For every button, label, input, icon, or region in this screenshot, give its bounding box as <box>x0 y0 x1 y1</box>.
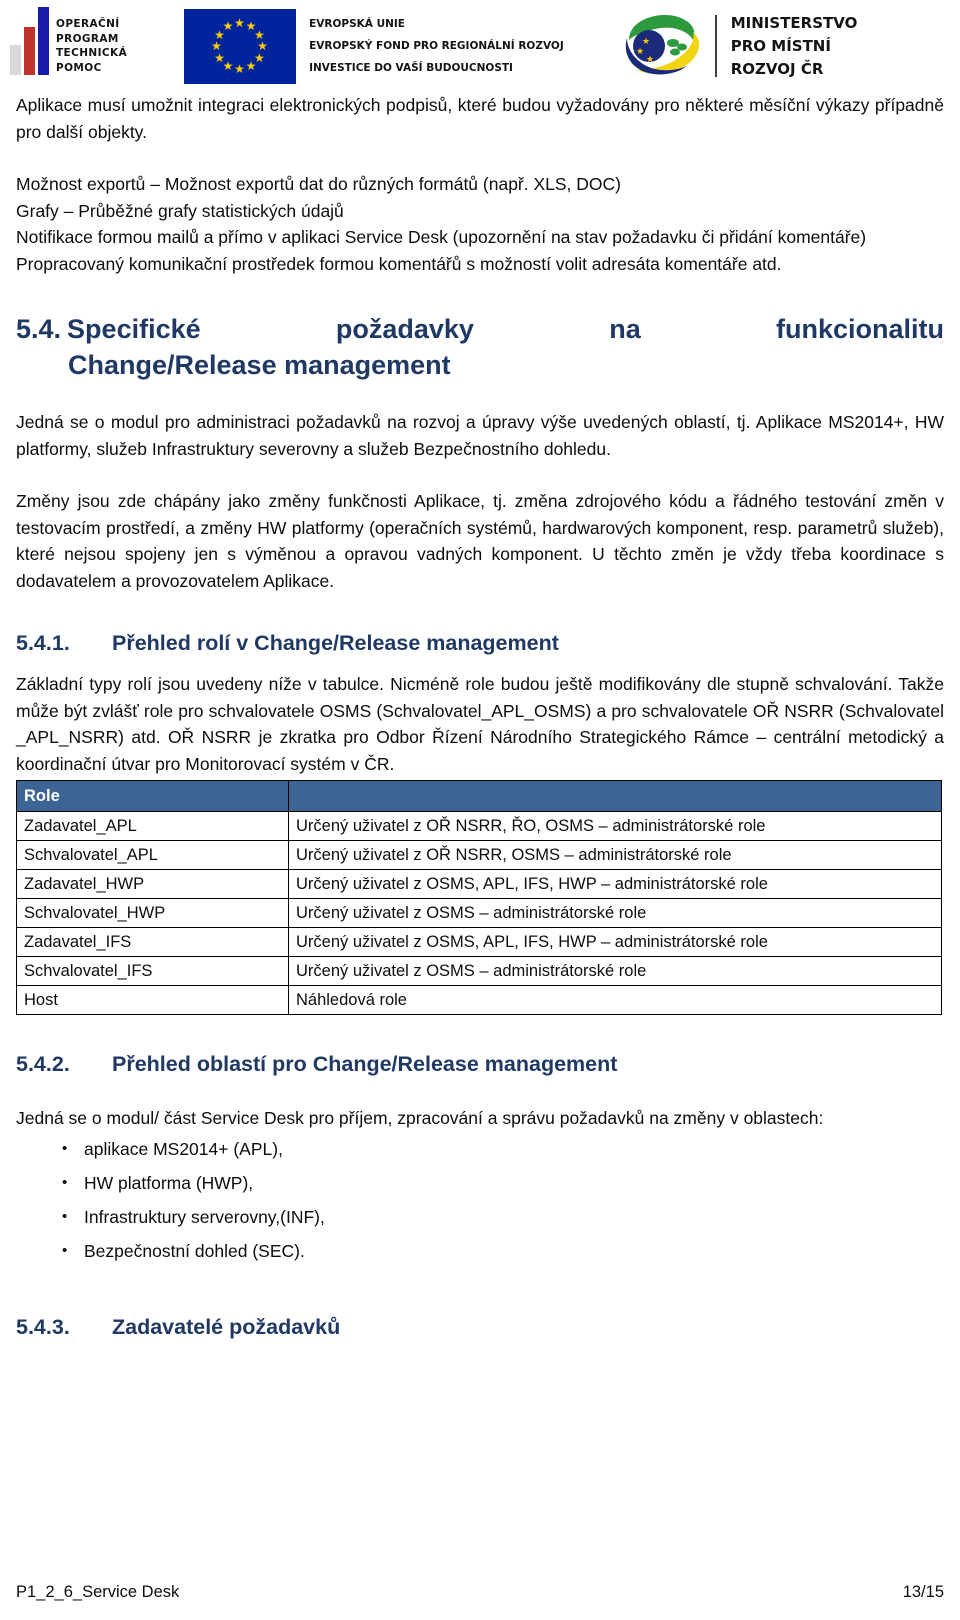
eu-line-1: EVROPSKÁ UNIE <box>309 18 405 30</box>
heading-5-4-3-title: Zadavatelé požadavků <box>112 1314 341 1339</box>
european-union-logo-block: ★ ★ ★ ★ ★ ★ ★ ★ ★ ★ ★ ★ EVROPSKÁ UNIE EVROPSKÝ FOND… <box>184 8 564 84</box>
roles-table: Role Zadavatel_APL Určený uživatel z OŘ … <box>16 780 942 1015</box>
ministry-logo-block: ★ ★ ★ MINISTERSTVO PRO MÍSTNÍ ROZVOJ ČR <box>619 10 858 82</box>
ministry-line-2: PRO MÍSTNÍ <box>730 36 831 55</box>
role-name: Zadavatel_IFS <box>16 927 289 957</box>
eu-star-icon: ★ <box>222 19 234 34</box>
heading-5-4-line2: Change/Release management <box>16 347 944 383</box>
svg-text:★: ★ <box>642 36 650 46</box>
ministry-line-3: ROZVOJ ČR <box>730 59 824 78</box>
document-header-logos: OPERAČNÍ PROGRAM TECHNICKÁ POMOC ★ ★ ★ ★ ★ ★ ★… <box>0 0 960 92</box>
column-header-description <box>288 780 942 812</box>
operacni-program-technicka-pomoc-logo: OPERAČNÍ PROGRAM TECHNICKÁ POMOC <box>10 7 127 75</box>
logo-divider <box>714 15 717 77</box>
eu-star-icon: ★ <box>245 58 257 73</box>
list-item: Infrastruktury serverovny,(INF), <box>62 1200 944 1234</box>
role-description: Náhledová role <box>288 985 942 1015</box>
paragraph-module-description: Jedná se o modul pro administraci požada… <box>16 412 944 459</box>
bar-gray <box>10 45 21 75</box>
document-body: Aplikace musí umožnit integraci elektron… <box>16 92 944 1342</box>
paragraph-changes-description: Změny jsou zde chápány jako změny funkčn… <box>16 491 944 591</box>
bar-red <box>24 27 35 75</box>
role-description: Určený uživatel z OSMS – administrátorsk… <box>288 898 942 928</box>
bar-blue <box>38 7 49 75</box>
heading-5-4-title-line2: Change/Release management <box>68 350 451 380</box>
optp-line-4: POMOC <box>56 61 102 74</box>
table-row: Zadavatel_APL Určený uživatel z OŘ NSRR,… <box>16 811 942 841</box>
role-description: Určený uživatel z OSMS, APL, IFS, HWP – … <box>288 927 942 957</box>
list-item: aplikace MS2014+ (APL), <box>62 1132 944 1166</box>
paragraph-areas-intro: Jedná se o modul/ část Service Desk pro … <box>16 1108 824 1128</box>
ministry-line-1: MINISTERSTVO <box>730 13 858 32</box>
heading-5-4-number: 5.4. <box>16 314 62 344</box>
optp-line-2: PROGRAM <box>56 32 119 45</box>
paragraph-charts: Grafy – Průběžné grafy statistických úda… <box>16 200 344 221</box>
table-row: Schvalovatel_HWP Určený uživatel z OSMS … <box>16 898 942 928</box>
table-row: Schvalovatel_IFS Určený uživatel z OSMS … <box>16 956 942 986</box>
ministry-swoosh-icon: ★ ★ ★ <box>619 10 705 82</box>
table-row: Schvalovatel_APL Určený uživatel z OŘ NS… <box>16 840 942 870</box>
role-name: Zadavatel_APL <box>16 811 289 841</box>
heading-5-4-title-line1: Specifické požadavky na funkcionalitu <box>67 314 944 344</box>
role-name: Schvalovatel_IFS <box>16 956 289 986</box>
european-union-logo-text: EVROPSKÁ UNIE EVROPSKÝ FOND PRO REGIONÁL… <box>309 13 564 79</box>
ministry-logo-text: MINISTERSTVO PRO MÍSTNÍ ROZVOJ ČR <box>731 12 858 81</box>
heading-5-4-2-title: Přehled oblastí pro Change/Release manag… <box>112 1052 618 1076</box>
heading-5-4-1: 5.4.1. Přehled rolí v Change/Release man… <box>16 628 944 658</box>
eu-star-icon: ★ <box>234 62 245 76</box>
european-union-flag-icon: ★ ★ ★ ★ ★ ★ ★ ★ ★ ★ ★ ★ <box>184 8 297 84</box>
eu-star-icon: ★ <box>211 39 222 53</box>
eu-line-2: EVROPSKÝ FOND PRO REGIONÁLNÍ ROZVOJ <box>309 40 564 52</box>
table-row: Zadavatel_IFS Určený uživatel z OSMS, AP… <box>16 927 942 957</box>
table-header-row: Role <box>16 780 942 812</box>
svg-text:★: ★ <box>636 46 644 56</box>
paragraph-notifications: Notifikace formou mailů a přímo v aplika… <box>16 227 867 247</box>
heading-5-4-3-number: 5.4.3. <box>16 1314 70 1339</box>
table-row: Host Náhledová role <box>16 985 942 1015</box>
svg-text:★: ★ <box>646 54 654 64</box>
areas-list: aplikace MS2014+ (APL), HW platforma (HW… <box>16 1132 944 1268</box>
role-description: Určený uživatel z OŘ NSRR, OSMS – admini… <box>288 840 942 870</box>
footer-page-number: 13/15 <box>902 1583 944 1601</box>
paragraph-exports: Možnost exportů – Možnost exportů dat do… <box>16 174 621 194</box>
paragraph-communication: Propracovaný komunikační prostředek form… <box>16 253 782 274</box>
heading-5-4-2: 5.4.2. Přehled oblastí pro Change/Releas… <box>16 1049 944 1079</box>
role-description: Určený uživatel z OSMS – administrátorsk… <box>288 956 942 986</box>
heading-5-4-3: 5.4.3. Zadavatelé požadavků <box>16 1312 944 1342</box>
heading-5-4-2-number: 5.4.2. <box>16 1052 70 1076</box>
list-item: Bezpečnostní dohled (SEC). <box>62 1234 944 1268</box>
heading-5-4-1-number: 5.4.1. <box>16 631 70 655</box>
heading-5-4-1-title: Přehled rolí v Change/Release management <box>112 631 559 655</box>
optp-line-3: TECHNICKÁ <box>56 47 128 59</box>
eu-star-icon: ★ <box>234 16 245 30</box>
role-name: Schvalovatel_APL <box>16 840 289 870</box>
role-name: Schvalovatel_HWP <box>16 898 289 928</box>
page-footer: P1_2_6_Service Desk 13/15 <box>16 1583 944 1602</box>
column-header-role: Role <box>16 780 289 812</box>
role-name: Host <box>16 985 289 1015</box>
bar-chart-icon <box>10 7 49 75</box>
paragraph-signatures: Aplikace musí umožnit integraci elektron… <box>16 95 944 142</box>
heading-5-4: 5.4. Specifické požadavky na funkcionali… <box>16 311 944 347</box>
list-item: HW platforma (HWP), <box>62 1166 944 1200</box>
role-description: Určený uživatel z OSMS, APL, IFS, HWP – … <box>288 869 942 899</box>
paragraph-roles-intro: Základní typy rolí jsou uvedeny níže v t… <box>16 674 944 774</box>
role-description: Určený uživatel z OŘ NSRR, ŘO, OSMS – ad… <box>288 811 942 841</box>
eu-star-icon: ★ <box>214 50 225 65</box>
optp-line-1: OPERAČNÍ <box>56 18 120 30</box>
role-name: Zadavatel_HWP <box>16 869 289 899</box>
table-row: Zadavatel_HWP Určený uživatel z OSMS, AP… <box>16 869 942 899</box>
eu-line-3: INVESTICE DO VAŠÍ BUDOUCNOSTI <box>309 62 513 74</box>
footer-document-name: P1_2_6_Service Desk <box>16 1583 180 1601</box>
optp-logo-text: OPERAČNÍ PROGRAM TECHNICKÁ POMOC <box>56 17 127 75</box>
